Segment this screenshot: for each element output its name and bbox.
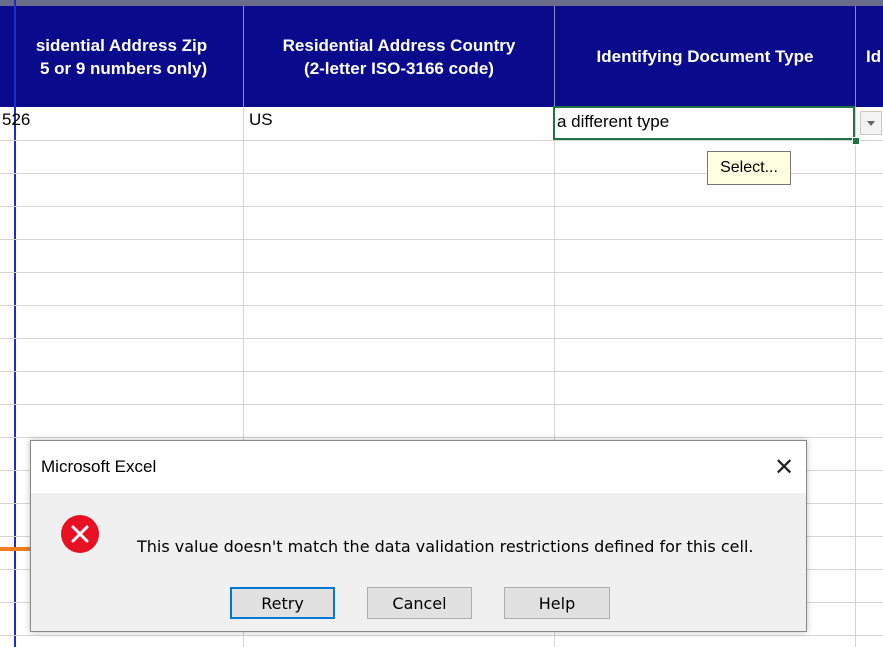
validation-dropdown-button[interactable] (860, 111, 882, 135)
dialog-message: This value doesn't match the data valida… (137, 537, 754, 556)
grid-hline (0, 338, 883, 339)
error-dialog: Microsoft Excel ✕ This value doesn't mat… (30, 440, 807, 632)
chevron-down-icon (867, 120, 875, 126)
retry-button[interactable]: Retry (230, 587, 335, 619)
grid-hline (0, 404, 883, 405)
grid-hline (0, 140, 883, 141)
dialog-titlebar: Microsoft Excel ✕ (31, 441, 806, 493)
grid-hline (0, 371, 883, 372)
grid-hline (0, 206, 883, 207)
header-zip-line2: 5 or 9 numbers only) (39, 58, 208, 78)
error-icon (61, 515, 99, 553)
grid-hline (0, 437, 883, 438)
grid-vline (855, 107, 856, 647)
grid-hline (0, 305, 883, 306)
cancel-button[interactable]: Cancel (367, 587, 472, 619)
dialog-title: Microsoft Excel (41, 457, 157, 476)
header-zip-line1: sidential Address Zip (35, 35, 208, 55)
input-message-tooltip: Select... (707, 151, 791, 185)
grid-hline (0, 272, 883, 273)
cell-zip[interactable]: 526 (2, 110, 30, 130)
active-cell-doc-type[interactable]: a different type (553, 106, 855, 140)
close-icon[interactable]: ✕ (766, 449, 802, 485)
grid-hline (0, 239, 883, 240)
header-country-line1: Residential Address Country (282, 35, 516, 55)
header-next-label: Id (866, 47, 882, 66)
column-header-zip[interactable]: sidential Address Zip 5 or 9 numbers onl… (0, 6, 243, 107)
fill-handle[interactable] (852, 137, 860, 145)
header-country-line2: (2-letter ISO-3166 code) (304, 58, 494, 78)
column-header-country[interactable]: Residential Address Country (2-letter IS… (244, 6, 554, 107)
cell-country[interactable]: US (249, 110, 273, 130)
grid-hline (0, 635, 883, 636)
help-button[interactable]: Help (504, 587, 610, 619)
column-header-doc-type[interactable]: Identifying Document Type (555, 6, 855, 107)
header-doc-type-label: Identifying Document Type (596, 47, 814, 66)
active-cell-value: a different type (557, 112, 670, 131)
column-header-next[interactable]: Id (856, 6, 883, 107)
